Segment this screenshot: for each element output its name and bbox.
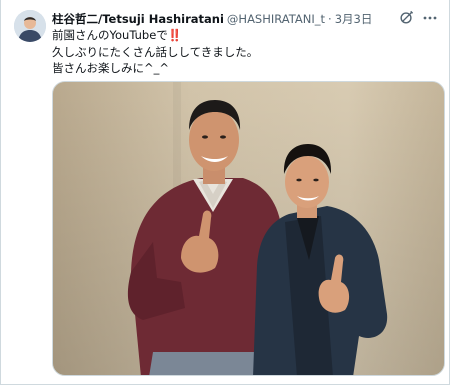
separator-dot: · [328,12,332,26]
tweet-actions [399,9,439,27]
author-display-name[interactable]: 柱谷哲二/Tetsuji Hashiratani [52,12,224,26]
tweet-text: 前園さんのYouTubeで‼️ 久しぶりにたくさん話ししてきました。 皆さんお楽… [52,27,437,77]
tweet-date[interactable]: 3月3日 [335,12,373,26]
tweet-header: 柱谷哲二/Tetsuji Hashiratani @HASHIRATANI_t · 3… [52,10,392,28]
tweet-text-line-3: 皆さんお楽しみに^_^ [52,61,170,75]
tweet-card[interactable]: 柱谷哲二/Tetsuji Hashiratani @HASHIRATANI_t · 3… [0,0,450,385]
tweet-text-line-1-text: 前園さんのYouTubeで [52,28,168,42]
tweet-photo[interactable] [52,81,445,376]
author-avatar[interactable] [14,10,46,42]
tweet-text-line-2: 久しぶりにたくさん話ししてきました。 [52,44,259,59]
grok-icon[interactable] [399,10,414,25]
more-icon[interactable] [422,10,438,26]
double-exclamation-emoji: ‼️ [167,28,183,42]
photo-two-men-thumbs-up [53,82,444,375]
tweet-text-line-1: 前園さんのYouTubeで‼️ [52,27,437,44]
author-handle[interactable]: @HASHIRATANI_t [227,12,325,26]
avatar-photo-icon [14,10,46,42]
